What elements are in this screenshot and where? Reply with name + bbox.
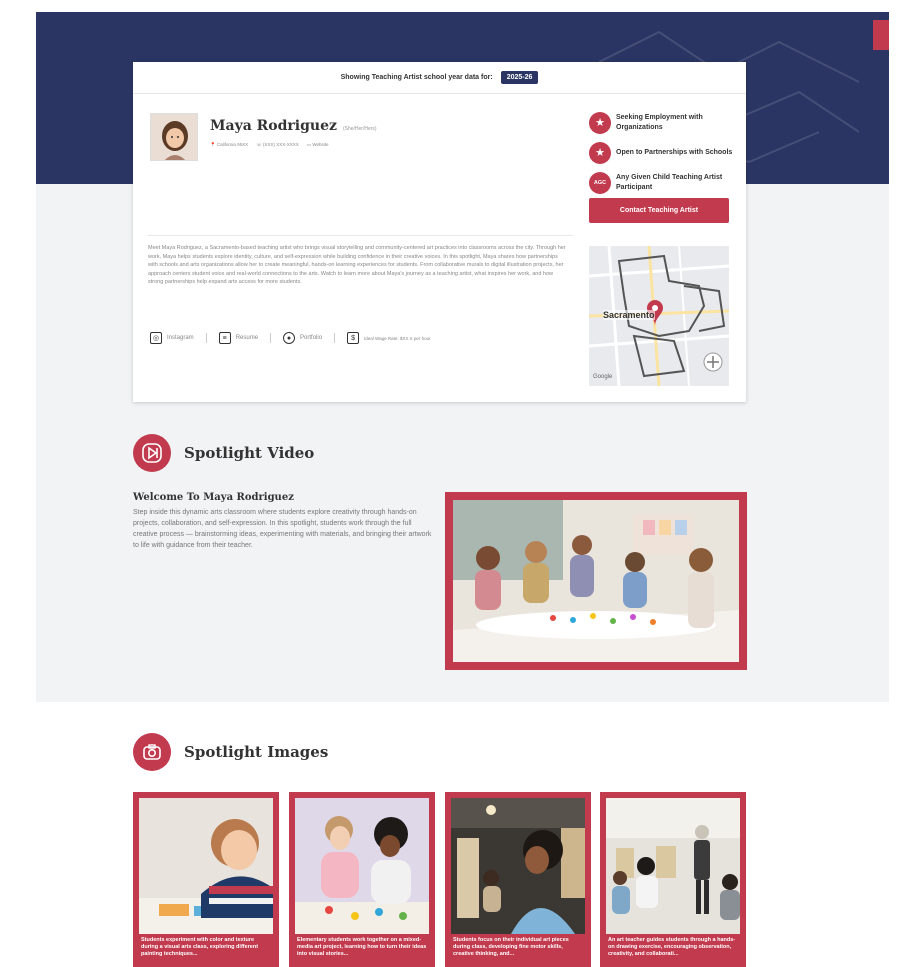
badge-label: Seeking Employment with Organizations bbox=[616, 114, 703, 131]
school-year-bar: Showing Teaching Artist school year data… bbox=[133, 62, 746, 94]
profile-links: ◎ Instagram ≡ Resume ● Portfolio $ Ideal… bbox=[150, 332, 431, 344]
badge-list: ★ Seeking Employment with Organizations … bbox=[589, 110, 737, 200]
name-row: Maya Rodriguez (She/Her/Hers) bbox=[210, 118, 377, 134]
profile-card: Showing Teaching Artist school year data… bbox=[133, 62, 746, 402]
badge-any-given-child: AGC Any Given Child Teaching Artist Part… bbox=[589, 170, 737, 195]
video-description-block: Welcome To Maya Rodriguez Step inside th… bbox=[133, 492, 433, 551]
instagram-link[interactable]: ◎ Instagram bbox=[150, 332, 194, 344]
spotlight-image bbox=[295, 798, 429, 934]
instagram-label: Instagram bbox=[167, 335, 194, 341]
section-title: Spotlight Video bbox=[184, 444, 315, 462]
badge-seeking-employment: ★ Seeking Employment with Organizations bbox=[589, 110, 737, 135]
map-city-label: Sacramento bbox=[603, 310, 655, 320]
spotlight-image-caption: An art teacher guides students through a… bbox=[608, 937, 736, 958]
video-thumbnail bbox=[453, 500, 739, 662]
location-map[interactable]: Sacramento Google bbox=[589, 246, 729, 386]
location-value: California 95XX bbox=[216, 142, 249, 147]
instagram-icon: ◎ bbox=[150, 332, 162, 344]
divider bbox=[205, 333, 207, 343]
spotlight-image-caption: Students focus on their individual art p… bbox=[453, 937, 569, 958]
spotlight-image bbox=[606, 798, 740, 934]
website-label: Website bbox=[312, 142, 329, 147]
phone-value: (XXX) XXX-XXXX bbox=[263, 142, 299, 147]
wage-rate: $ Ideal Wage Rate: $XX.X per hour bbox=[347, 332, 431, 344]
spotlight-image bbox=[451, 798, 585, 934]
play-icon bbox=[133, 434, 171, 472]
palette-icon: ● bbox=[283, 332, 296, 344]
location-text: 📍 California 95XX bbox=[210, 142, 249, 147]
camera-icon bbox=[133, 733, 171, 771]
artist-name: Maya Rodriguez bbox=[210, 118, 337, 134]
school-year-select[interactable]: 2025-26 bbox=[500, 71, 539, 84]
portfolio-label: Portfolio bbox=[300, 335, 323, 341]
artist-pronouns: (She/Her/Hers) bbox=[342, 126, 377, 132]
divider bbox=[270, 333, 272, 343]
contact-info-row: 📍 California 95XX ☏ (XXX) XXX-XXXX ▭ Web… bbox=[210, 142, 329, 148]
spotlight-image-card[interactable]: An art teacher guides students through a… bbox=[600, 792, 746, 967]
badge-label: Any Given Child Teaching Artist Particip… bbox=[616, 174, 723, 191]
badge-open-partnerships: ★ Open to Partnerships with Schools bbox=[589, 140, 737, 165]
video-heading: Welcome To Maya Rodriguez bbox=[133, 492, 294, 503]
wage-rate-label: Ideal Wage Rate: $XX.X per hour bbox=[364, 335, 431, 341]
contact-teaching-artist-button[interactable]: Contact Teaching Artist bbox=[589, 198, 729, 223]
spotlight-image-caption: Elementary students work together on a m… bbox=[297, 937, 427, 958]
spotlight-image-card[interactable]: Students focus on their individual art p… bbox=[445, 792, 591, 967]
money-icon: $ bbox=[347, 332, 360, 344]
star-icon: ★ bbox=[589, 111, 611, 134]
portfolio-link[interactable]: ● Portfolio bbox=[283, 332, 322, 344]
agc-icon: AGC bbox=[589, 171, 611, 194]
spotlight-video-player[interactable] bbox=[445, 492, 747, 670]
phone-text[interactable]: ☏ (XXX) XXX-XXXX bbox=[256, 142, 299, 148]
video-description: Step inside this dynamic arts classroom … bbox=[133, 509, 432, 549]
star-icon: ★ bbox=[589, 141, 611, 164]
google-logo: Google bbox=[593, 374, 613, 380]
section-title: Spotlight Images bbox=[184, 743, 329, 761]
divider bbox=[334, 333, 336, 343]
document-icon: ≡ bbox=[218, 332, 231, 344]
spotlight-image-card[interactable]: Students experiment with color and textu… bbox=[133, 792, 279, 967]
spotlight-images-header: Spotlight Images bbox=[133, 733, 328, 771]
hero-corner-accent bbox=[873, 20, 889, 50]
resume-label: Resume bbox=[235, 335, 259, 341]
spotlight-image bbox=[139, 798, 273, 934]
spotlight-image-caption: Students experiment with color and textu… bbox=[141, 937, 259, 958]
website-link[interactable]: ▭ Website bbox=[307, 142, 329, 148]
school-year-label: Showing Teaching Artist school year data… bbox=[340, 74, 493, 81]
resume-link[interactable]: ≡ Resume bbox=[218, 332, 259, 344]
spotlight-image-card[interactable]: Elementary students work together on a m… bbox=[289, 792, 435, 967]
badge-label: Open to Partnerships with Schools bbox=[616, 148, 733, 156]
spotlight-video-header: Spotlight Video bbox=[133, 434, 314, 472]
avatar bbox=[150, 113, 198, 161]
divider bbox=[148, 235, 573, 236]
artist-bio: Meet Maya Rodriguez, a Sacramento-based … bbox=[148, 245, 566, 286]
